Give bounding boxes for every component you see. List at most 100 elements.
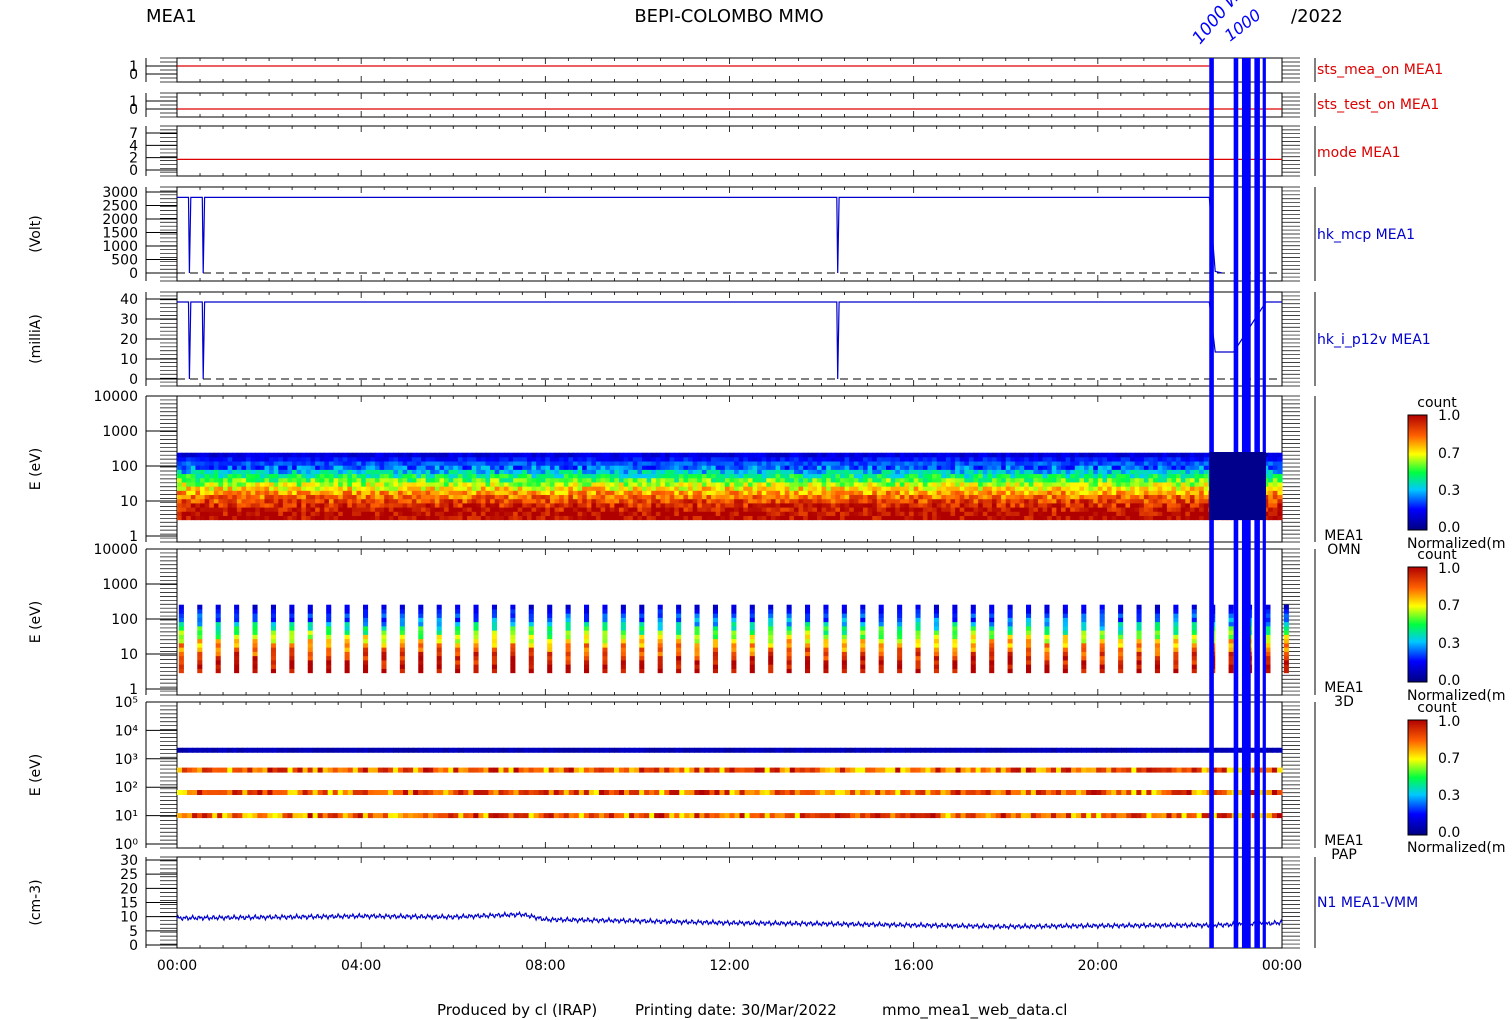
heatmap-cell: [711, 473, 717, 479]
heatmap-cell: [637, 503, 643, 508]
heatmap-cell: [968, 507, 975, 512]
heatmap-cell: [922, 452, 929, 458]
heatmap-cell: [287, 503, 293, 508]
heatmap-cell: [738, 452, 744, 458]
heatmap-cell: [301, 490, 307, 496]
heatmap-cell: [255, 456, 261, 462]
heatmap-cell: [1010, 494, 1016, 500]
heatmap-cell: [315, 461, 321, 466]
heatmap-cell: [494, 469, 500, 475]
heatmap-cell: [1097, 486, 1104, 491]
heatmap-cell: [563, 473, 569, 479]
heatmap-cell: [899, 456, 906, 462]
heatmap-cell: [568, 486, 574, 491]
heatmap-cell: [218, 494, 224, 500]
heatmap-cell: [950, 452, 956, 458]
heatmap-cell: [711, 515, 717, 521]
heatmap-cell: [513, 507, 519, 512]
heatmap-cell: [582, 486, 588, 491]
heatmap-cell: [895, 507, 901, 512]
heatmap-cell: [471, 469, 477, 475]
heatmap-cell: [494, 498, 500, 504]
heatmap-cell: [692, 515, 698, 521]
heatmap-cell: [305, 503, 312, 508]
heatmap-cell: [853, 507, 860, 512]
heatmap-cell: [218, 452, 224, 458]
heatmap-cell: [784, 507, 790, 512]
heatmap-cell: [651, 498, 657, 504]
heatmap-cell: [1272, 494, 1278, 500]
heatmap-cell: [1125, 515, 1131, 521]
heatmap-cell: [669, 456, 675, 462]
heatmap-cell: [637, 473, 643, 479]
heatmap-cell: [190, 503, 197, 508]
heatmap-cell: [1019, 473, 1025, 479]
heatmap-cell: [1001, 507, 1007, 512]
heatmap-cell: [711, 452, 717, 458]
heatmap-cell: [559, 452, 565, 458]
heatmap-cell: [178, 630, 184, 635]
heatmap-cell: [554, 494, 560, 500]
heatmap-cell: [328, 503, 335, 508]
heatmap-cell: [1024, 507, 1030, 512]
heatmap-cell: [1157, 511, 1163, 516]
heatmap-cell: [688, 465, 694, 470]
heatmap-cell: [835, 452, 841, 458]
heatmap-cell: [568, 465, 574, 470]
heatmap-cell: [549, 473, 556, 479]
heatmap-cell: [913, 477, 919, 483]
heatmap-cell: [895, 469, 901, 475]
heatmap-cell: [1097, 456, 1104, 462]
heatmap-cell: [1001, 486, 1007, 491]
heatmap-cell: [945, 482, 952, 487]
heatmap-cell: [457, 473, 464, 479]
heatmap-cell: [1153, 515, 1159, 521]
heatmap-cell: [282, 482, 289, 487]
heatmap-cell: [425, 456, 431, 462]
heatmap-cell: [1070, 503, 1076, 508]
heatmap-cell: [803, 515, 809, 521]
heatmap-cell: [1153, 490, 1159, 496]
heatmap-cell: [724, 473, 731, 479]
heatmap-cell: [577, 498, 583, 504]
heatmap-cell: [1051, 469, 1057, 475]
heatmap-cell: [849, 452, 855, 458]
heatmap-cell: [789, 498, 795, 504]
heatmap-cell: [1277, 515, 1283, 521]
heatmap-cell: [674, 469, 680, 475]
heatmap-cell: [747, 465, 754, 470]
heatmap-cell: [784, 503, 790, 508]
heatmap-cell: [973, 452, 979, 458]
heatmap-cell: [927, 498, 933, 504]
heatmap-cell: [444, 486, 450, 491]
heatmap-cell: [572, 461, 579, 466]
heatmap-cell: [398, 461, 404, 466]
heatmap-cell: [821, 490, 827, 496]
heatmap-cell: [872, 490, 878, 496]
heatmap-cell: [421, 494, 427, 500]
heatmap-cell: [1019, 469, 1025, 475]
heatmap-cell: [867, 507, 873, 512]
heatmap-cell: [402, 477, 408, 483]
heatmap-cell: [895, 498, 901, 504]
heatmap-cell: [623, 486, 629, 491]
heatmap-cell: [1051, 482, 1057, 487]
heatmap-cell: [1024, 511, 1030, 516]
heatmap-cell: [503, 469, 510, 475]
heatmap-cell: [186, 461, 192, 466]
heatmap-cell: [812, 465, 818, 470]
heatmap-cell: [264, 473, 270, 479]
heatmap-cell: [1024, 515, 1030, 521]
heatmap-cell: [333, 515, 339, 521]
heatmap-cell: [296, 452, 302, 458]
heatmap-cell: [200, 486, 206, 491]
heatmap-cell: [904, 461, 910, 466]
heatmap-cell: [328, 515, 335, 521]
heatmap-cell: [513, 515, 519, 521]
heatmap-cell: [379, 494, 385, 500]
heatmap-cell: [821, 515, 827, 521]
heatmap-cell: [1203, 515, 1209, 521]
heatmap-cell: [766, 486, 772, 491]
heatmap-cell: [342, 452, 348, 458]
heatmap-cell: [863, 515, 869, 521]
